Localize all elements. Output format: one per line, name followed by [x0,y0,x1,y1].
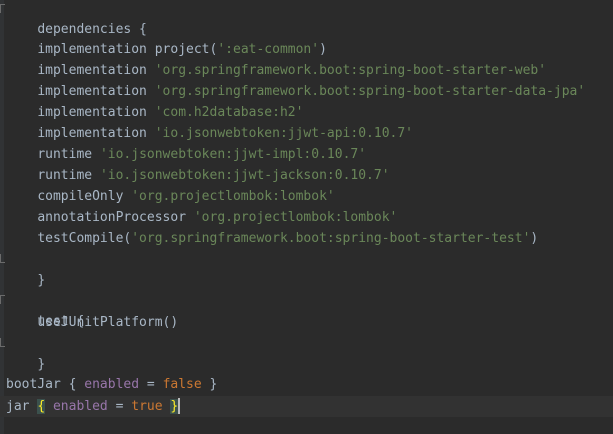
fold-end-icon[interactable] [0,338,5,347]
code-string: 'io.jsonwebtoken:jjwt-impl:0.10.7' [99,147,367,162]
code-text: project( [146,42,218,57]
code-string: 'org.springframework.boot:spring-boot-st… [154,63,547,78]
code-string: 'io.jsonwebtoken:jjwt-jackson:0.10.7' [99,168,390,183]
code-string: 'org.springframework.boot:spring-boot-st… [154,84,586,99]
code-keyword: compileOnly [37,189,124,204]
code-line[interactable]: compileOnly 'org.projectlombok:lombok' [6,186,335,207]
code-text: } [201,377,218,392]
code-line[interactable]: implementation 'org.springframework.boot… [6,60,546,81]
fold-start-icon[interactable] [0,295,5,304]
code-keyword: implementation [37,63,147,78]
code-string: 'org.springframework.boot:spring-boot-st… [131,231,531,246]
code-string: 'org.projectlombok:lombok' [131,189,335,204]
code-text: = [139,377,163,392]
code-text: jar [6,399,38,414]
code-line[interactable]: implementation 'io.jsonwebtoken:jjwt-api… [6,123,413,144]
matched-brace: { [37,399,46,414]
code-line[interactable]: implementation project(':eat-common') [6,39,327,60]
code-line[interactable]: testCompile('org.springframework.boot:sp… [6,228,538,249]
code-keyword: implementation [37,105,147,120]
code-text: = [107,399,132,414]
code-line[interactable]: test { [6,290,84,329]
code-text: bootJar { [6,377,85,392]
code-line[interactable]: annotationProcessor 'org.projectlombok:l… [6,207,397,228]
code-text: } [37,273,46,288]
code-line[interactable]: runtime 'io.jsonwebtoken:jjwt-impl:0.10.… [6,144,366,165]
code-property: enabled [52,399,108,414]
code-text: useJUnitPlatform() [37,315,179,330]
code-editor[interactable]: dependencies { implementation project(':… [0,0,613,434]
code-text: ) [530,231,539,246]
code-string: 'com.h2database:h2' [154,105,304,120]
code-text: } [37,357,46,372]
code-line[interactable]: dependencies { [6,0,147,37]
code-text: ) [319,42,327,57]
code-line[interactable]: runtime 'io.jsonwebtoken:jjwt-jackson:0.… [6,165,390,186]
fold-gutter [0,0,4,434]
code-string: ':eat-common' [217,42,320,57]
matched-brace: } [170,399,179,414]
code-string: 'org.projectlombok:lombok' [193,210,398,225]
code-keyword: implementation [37,84,147,99]
code-keyword: testCompile( [37,231,132,246]
code-literal: true [131,399,163,414]
code-text: dependencies { [37,22,147,37]
code-keyword: implementation [37,126,147,141]
code-line[interactable]: } [6,333,45,372]
code-line[interactable]: } [6,249,45,288]
code-keyword: annotationProcessor [37,210,187,225]
code-literal: false [162,377,202,392]
current-code-line[interactable]: jar { enabled = true } [0,396,613,417]
code-line[interactable]: implementation 'org.springframework.boot… [6,81,585,102]
fold-end-icon[interactable] [0,254,5,263]
code-line[interactable]: implementation 'com.h2database:h2' [6,102,303,123]
code-keyword: implementation [37,42,147,57]
code-property: enabled [84,377,140,392]
code-keyword: runtime [37,147,93,162]
code-line[interactable]: bootJar { enabled = false } [6,374,217,395]
code-keyword: runtime [37,168,93,183]
code-line[interactable]: useJUnitPlatform() [6,312,178,333]
code-string: 'io.jsonwebtoken:jjwt-api:0.10.7' [154,126,413,141]
text-caret [178,397,181,414]
fold-start-icon[interactable] [0,4,5,13]
